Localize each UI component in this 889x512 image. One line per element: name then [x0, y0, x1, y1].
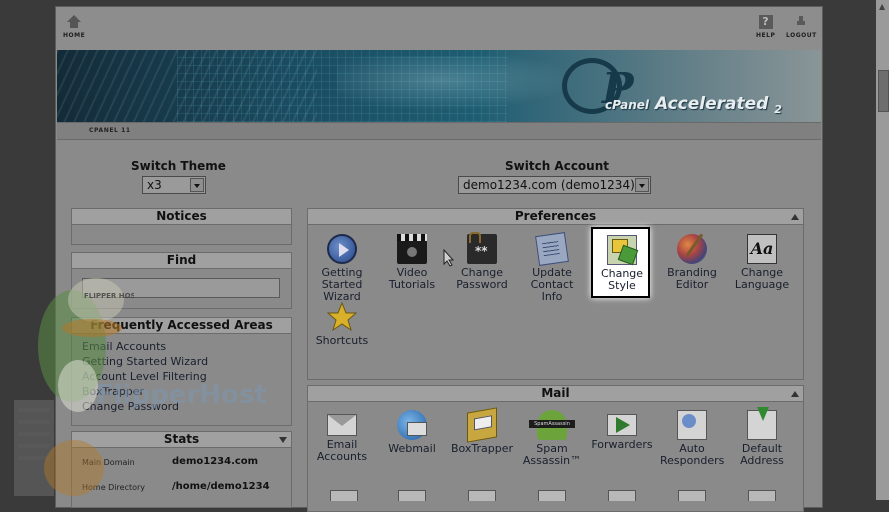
- mail-icon-partial[interactable]: [608, 490, 636, 501]
- collapse-icon[interactable]: [279, 437, 287, 443]
- switch-account-value: demo1234.com (demo1234): [463, 178, 635, 192]
- default-address-icon: [747, 407, 777, 440]
- boxtrapper-icon: [467, 407, 497, 443]
- spamassassin-icon: [529, 410, 575, 440]
- stat-value: demo1234.com: [172, 456, 259, 467]
- globe-mail-icon: [397, 410, 427, 440]
- chevron-down-icon[interactable]: [190, 178, 204, 192]
- preferences-header: Preferences: [307, 208, 804, 225]
- switch-account-title: Switch Account: [505, 159, 609, 173]
- logout-label: LOGOUT: [786, 32, 817, 39]
- switch-theme-value: x3: [147, 178, 162, 192]
- watermark-brand-text: FlipperHost: [96, 380, 267, 410]
- language-icon: Aa: [747, 234, 777, 264]
- brand-suffix: 2: [774, 103, 782, 116]
- version-strip: CPANEL 11: [57, 122, 821, 140]
- brand-name: Accelerated: [654, 94, 769, 114]
- mouse-cursor-icon: [443, 249, 455, 267]
- logout-button[interactable]: LOGOUT: [786, 15, 817, 39]
- notices-header: Notices: [71, 208, 292, 225]
- star-icon: [327, 302, 357, 332]
- video-tutorials-button[interactable]: Video Tutorials: [380, 234, 444, 291]
- switch-theme-title: Switch Theme: [131, 159, 226, 173]
- mail-icon-partial[interactable]: [468, 490, 496, 501]
- find-header: Find: [71, 252, 292, 269]
- collapse-icon[interactable]: [791, 214, 799, 220]
- stat-value: /home/demo1234: [172, 481, 270, 492]
- mail-icon-partial[interactable]: [398, 490, 426, 501]
- branding-editor-button[interactable]: Branding Editor: [660, 234, 724, 291]
- contact-info-icon: [535, 232, 569, 266]
- change-style-button[interactable]: Change Style: [590, 235, 654, 292]
- brand-prefix: cPanel: [605, 98, 650, 112]
- notices-body: [71, 225, 292, 245]
- mail-header: Mail: [307, 385, 804, 402]
- version-label: CPANEL 11: [89, 127, 131, 134]
- cpanel-banner: P cPanel Accelerated 2: [57, 50, 821, 122]
- collapse-icon[interactable]: [791, 391, 799, 397]
- home-button[interactable]: HOME: [63, 15, 85, 39]
- envelope-icon: [327, 414, 357, 436]
- password-icon: [467, 232, 497, 264]
- forward-icon: [607, 414, 637, 436]
- clapperboard-icon: [397, 234, 427, 264]
- default-address-button[interactable]: Default Address: [730, 407, 794, 467]
- webmail-button[interactable]: Webmail: [380, 410, 444, 455]
- autoresponder-icon: [677, 410, 707, 440]
- mail-icon-partial[interactable]: [678, 490, 706, 501]
- style-icon: [607, 235, 637, 265]
- logout-icon: [794, 15, 808, 29]
- boxtrapper-button[interactable]: BoxTrapper: [450, 407, 514, 455]
- forwarders-button[interactable]: Forwarders: [590, 410, 654, 451]
- stats-title: Stats: [163, 432, 200, 446]
- page-scrollbar[interactable]: ▲: [876, 0, 889, 500]
- update-contact-info-button[interactable]: Update Contact Info: [520, 232, 584, 303]
- cpanel-brand-text: cPanel Accelerated 2: [605, 94, 782, 116]
- watermark-badge-text: FLIPPER HOST: [84, 292, 134, 300]
- home-icon: [67, 15, 82, 29]
- change-language-button[interactable]: Aa Change Language: [730, 234, 794, 291]
- scrollbar-thumb[interactable]: [878, 70, 889, 112]
- getting-started-wizard-button[interactable]: Getting Started Wizard: [310, 234, 374, 303]
- play-icon: [327, 234, 357, 264]
- change-password-button[interactable]: ChangePassword: [450, 232, 514, 291]
- home-label: HOME: [63, 32, 86, 39]
- chevron-down-icon[interactable]: [635, 178, 649, 192]
- palette-icon: [677, 234, 707, 264]
- switch-theme-select[interactable]: x3: [142, 176, 206, 194]
- auto-responders-button[interactable]: Auto Responders: [660, 410, 724, 467]
- mail-title: Mail: [541, 386, 570, 400]
- scroll-up-icon[interactable]: ▲: [879, 2, 885, 11]
- help-icon: ?: [758, 15, 773, 29]
- mail-icon-partial[interactable]: [538, 490, 566, 501]
- help-button[interactable]: ? HELP: [756, 15, 775, 39]
- mail-icon-partial[interactable]: [748, 490, 776, 501]
- email-accounts-button[interactable]: Email Accounts: [310, 410, 374, 463]
- banner-world-map: [337, 56, 597, 116]
- spamassassin-button[interactable]: SpamAssassin™: [520, 410, 584, 467]
- switch-account-select[interactable]: demo1234.com (demo1234): [458, 176, 651, 194]
- top-bar: HOME ? HELP LOGOUT: [56, 7, 822, 50]
- help-label: HELP: [756, 32, 776, 39]
- preferences-title: Preferences: [514, 209, 597, 223]
- shortcuts-button[interactable]: Shortcuts: [310, 302, 374, 347]
- mail-icon-partial[interactable]: [330, 490, 358, 501]
